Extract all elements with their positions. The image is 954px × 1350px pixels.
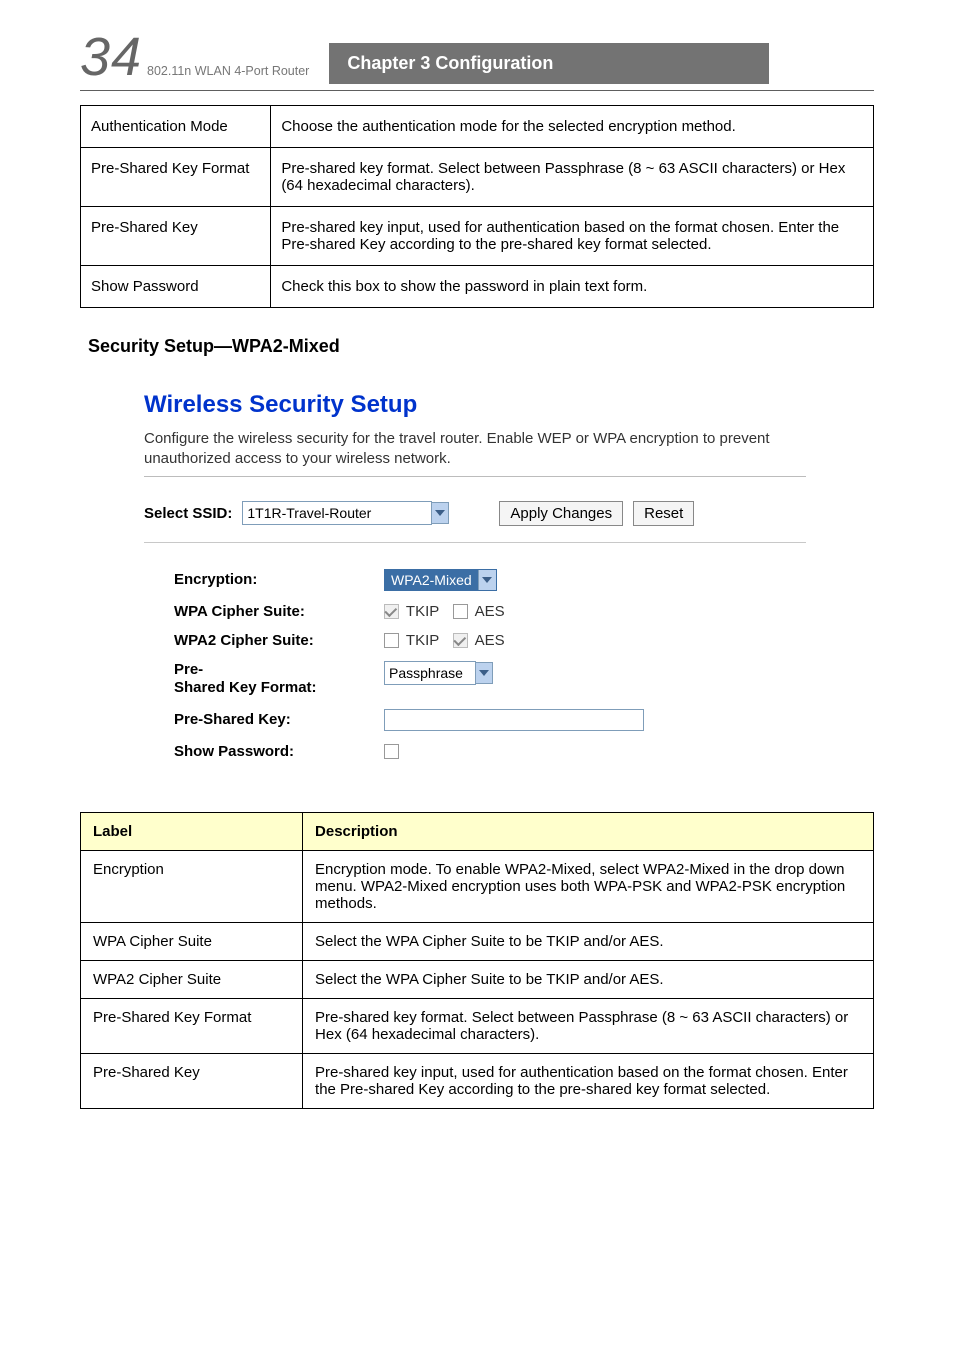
cell-description: Check this box to show the password in p… (271, 266, 874, 308)
cell-label: Show Password (81, 266, 271, 308)
spec-table: Label Description EncryptionEncryption m… (80, 812, 874, 1109)
doc-ref: 802.11n WLAN 4-Port Router (147, 64, 309, 84)
cell-description: Choose the authentication mode for the s… (271, 106, 874, 148)
cell-label: WPA Cipher Suite (81, 922, 303, 960)
header-label: Label (81, 812, 303, 850)
cell-label: Pre-Shared Key Format (81, 998, 303, 1053)
table-row: Pre-Shared Key FormatPre-shared key form… (81, 998, 874, 1053)
psk-input[interactable] (384, 709, 644, 731)
show-password-label: Show Password: (174, 743, 374, 760)
ssid-row: Select SSID: Apply Changes Reset (144, 501, 806, 526)
divider (144, 542, 806, 543)
wpa-aes-checkbox[interactable] (453, 604, 468, 619)
divider (144, 476, 806, 477)
show-password-checkbox[interactable] (384, 744, 399, 759)
chevron-down-icon[interactable] (431, 502, 449, 524)
wpa2-tkip-label: TKIP (406, 632, 439, 649)
cell-label: Pre-Shared Key (81, 1053, 303, 1108)
cell-description: Encryption mode. To enable WPA2-Mixed, s… (303, 850, 874, 922)
wpa-cipher-label: WPA Cipher Suite: (174, 603, 374, 620)
psk-format-dropdown[interactable] (384, 661, 476, 685)
chevron-down-icon[interactable] (478, 570, 496, 590)
table-row: WPA2 Cipher SuiteSelect the WPA Cipher S… (81, 960, 874, 998)
section-heading: Security Setup—WPA2-Mixed (88, 336, 874, 357)
wpa-tkip-checkbox[interactable] (384, 604, 399, 619)
wpa-aes-label: AES (475, 603, 505, 620)
page-number: 34 (80, 30, 135, 84)
wpa2-tkip-checkbox[interactable] (384, 633, 399, 648)
continuation-table: Authentication ModeChoose the authentica… (80, 105, 874, 308)
wpa-cipher-options: TKIP AES (384, 603, 806, 620)
wpa-tkip-label: TKIP (406, 603, 439, 620)
table-row: Authentication ModeChoose the authentica… (81, 106, 874, 148)
wpa2-aes-label: AES (475, 632, 505, 649)
screenshot-description: Configure the wireless security for the … (144, 429, 806, 470)
cell-label: Pre-Shared Key (81, 207, 271, 266)
psk-label: Pre-Shared Key: (174, 711, 374, 728)
table-row: Pre-Shared Key FormatPre-shared key form… (81, 148, 874, 207)
cell-label: Authentication Mode (81, 106, 271, 148)
cell-description: Pre-shared key format. Select between Pa… (303, 998, 874, 1053)
cell-description: Pre-shared key format. Select between Pa… (271, 148, 874, 207)
cell-description: Select the WPA Cipher Suite to be TKIP a… (303, 960, 874, 998)
select-ssid-label: Select SSID: (144, 505, 232, 522)
header-description: Description (303, 812, 874, 850)
wpa2-aes-checkbox[interactable] (453, 633, 468, 648)
wpa2-cipher-options: TKIP AES (384, 632, 806, 649)
cell-description: Pre-shared key input, used for authentic… (271, 207, 874, 266)
apply-changes-button[interactable]: Apply Changes (499, 501, 623, 526)
screenshot-title: Wireless Security Setup (144, 391, 806, 419)
psk-format-label: Pre-Shared Key Format: (174, 661, 374, 697)
table-row: EncryptionEncryption mode. To enable WPA… (81, 850, 874, 922)
cell-description: Pre-shared key input, used for authentic… (303, 1053, 874, 1108)
screenshot-panel: Wireless Security Setup Configure the wi… (120, 371, 830, 788)
cell-label: Encryption (81, 850, 303, 922)
cell-label: Pre-Shared Key Format (81, 148, 271, 207)
encryption-value: WPA2-Mixed (385, 570, 478, 590)
table-row: Pre-Shared KeyPre-shared key input, used… (81, 207, 874, 266)
cell-description: Select the WPA Cipher Suite to be TKIP a… (303, 922, 874, 960)
encryption-label: Encryption: (174, 571, 374, 588)
wpa2-cipher-label: WPA2 Cipher Suite: (174, 632, 374, 649)
select-ssid-dropdown[interactable] (242, 501, 432, 525)
chapter-title: Chapter 3 Configuration (329, 43, 769, 84)
table-row: Show PasswordCheck this box to show the … (81, 266, 874, 308)
table-row: Pre-Shared KeyPre-shared key input, used… (81, 1053, 874, 1108)
page-header: 34 802.11n WLAN 4-Port Router Chapter 3 … (80, 30, 874, 91)
security-fields: Encryption: WPA2-Mixed WPA Cipher Suite:… (174, 569, 806, 760)
encryption-dropdown[interactable]: WPA2-Mixed (384, 569, 497, 591)
table-row: WPA Cipher SuiteSelect the WPA Cipher Su… (81, 922, 874, 960)
cell-label: WPA2 Cipher Suite (81, 960, 303, 998)
reset-button[interactable]: Reset (633, 501, 694, 526)
chevron-down-icon[interactable] (475, 662, 493, 684)
